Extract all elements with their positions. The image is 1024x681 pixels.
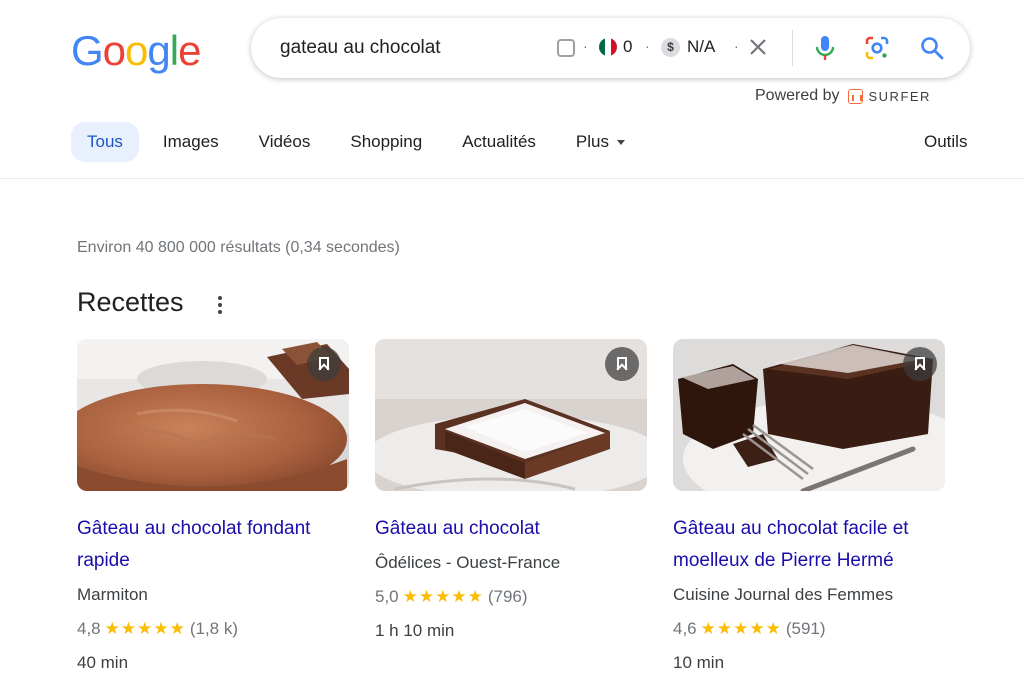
bookmark-icon[interactable] [903, 347, 937, 381]
surfer-logo-icon [847, 88, 863, 104]
search-input[interactable]: gateau au chocolat [280, 37, 441, 59]
bookmark-icon[interactable] [307, 347, 341, 381]
search-icon[interactable] [919, 35, 945, 61]
tools-button[interactable]: Outils [924, 132, 967, 152]
caret-down-icon [616, 140, 625, 146]
recipe-title[interactable]: Gâteau au chocolat facile et moelleux de… [673, 513, 945, 577]
recipe-time: 10 min [673, 653, 725, 672]
surfer-checkbox[interactable] [557, 39, 575, 57]
tab-all[interactable]: Tous [71, 122, 139, 162]
tab-more[interactable]: Plus [560, 122, 641, 162]
dollar-icon: $ [661, 38, 680, 57]
recipe-source: Cuisine Journal des Femmes [673, 585, 894, 604]
powered-by-surfer[interactable]: Powered by SURFER [755, 87, 931, 105]
bookmark-icon[interactable] [605, 347, 639, 381]
google-lens-icon[interactable] [864, 35, 890, 61]
rating-value: 4,6 [673, 619, 697, 638]
recipe-time: 1 h 10 min [375, 621, 455, 640]
search-box[interactable]: gateau au chocolat · 0 · $ N/A · [251, 18, 970, 78]
tab-shopping[interactable]: Shopping [334, 122, 438, 162]
surfer-brand: SURFER [868, 88, 931, 104]
review-count: (1,8 k) [189, 619, 239, 638]
recipe-rating: 4,6 ★★★★★ (591) [673, 617, 945, 641]
more-options-icon[interactable] [217, 296, 223, 314]
separator-dot: · [734, 38, 739, 54]
logo-letter: G [71, 27, 104, 74]
recipes-heading: Recettes [77, 287, 184, 317]
logo-letter: e [178, 27, 201, 74]
microphone-icon[interactable] [813, 34, 837, 62]
search-divider [792, 30, 793, 66]
result-stats: Environ 40 800 000 résultats (0,34 secon… [77, 239, 400, 256]
logo-letter: g [147, 27, 170, 74]
rating-value: 5,0 [375, 587, 399, 606]
header-divider [0, 178, 1024, 179]
recipe-rating: 4,8 ★★★★★ (1,8 k) [77, 617, 349, 641]
tab-images[interactable]: Images [147, 122, 235, 162]
powered-by-label: Powered by [755, 87, 840, 104]
clear-icon[interactable] [747, 36, 769, 58]
recipe-source: Marmiton [77, 585, 148, 604]
logo-letter: o [102, 27, 126, 74]
tab-videos[interactable]: Vidéos [243, 122, 327, 162]
recipe-time: 40 min [77, 653, 129, 672]
star-rating-icon: ★★★★★ [700, 619, 782, 638]
recipe-source: Ôdélices - Ouest-France [375, 553, 561, 572]
search-tabs: Tous Images Vidéos Shopping Actualités P… [71, 122, 649, 162]
recipe-image[interactable] [375, 339, 647, 491]
recipe-image[interactable] [77, 339, 349, 491]
recipe-rating: 5,0 ★★★★★ (796) [375, 585, 647, 609]
rating-value: 4,8 [77, 619, 101, 638]
review-count: (796) [487, 587, 528, 606]
recipe-card[interactable]: Gâteau au chocolat facile et moelleux de… [673, 339, 945, 675]
tab-news[interactable]: Actualités [446, 122, 552, 162]
recipe-title[interactable]: Gâteau au chocolat [375, 513, 647, 545]
star-rating-icon: ★★★★★ [402, 587, 484, 606]
recipe-image[interactable] [673, 339, 945, 491]
recipe-card[interactable]: Gâteau au chocolat Ôdélices - Ouest-Fran… [375, 339, 647, 643]
logo-letter: o [125, 27, 148, 74]
traffic-value: 0 [623, 37, 633, 56]
logo-letter: l [169, 27, 179, 74]
separator-dot: · [583, 38, 588, 54]
star-rating-icon: ★★★★★ [104, 619, 186, 638]
recipe-card[interactable]: Gâteau au chocolat fondant rapide Marmit… [77, 339, 349, 675]
google-logo[interactable]: Google [71, 26, 201, 76]
separator-dot: · [645, 38, 650, 54]
review-count: (591) [785, 619, 826, 638]
recipe-title[interactable]: Gâteau au chocolat fondant rapide [77, 513, 349, 577]
mexico-flag-icon [599, 38, 617, 56]
cpc-value: N/A [687, 37, 716, 56]
tab-more-label: Plus [575, 132, 609, 151]
